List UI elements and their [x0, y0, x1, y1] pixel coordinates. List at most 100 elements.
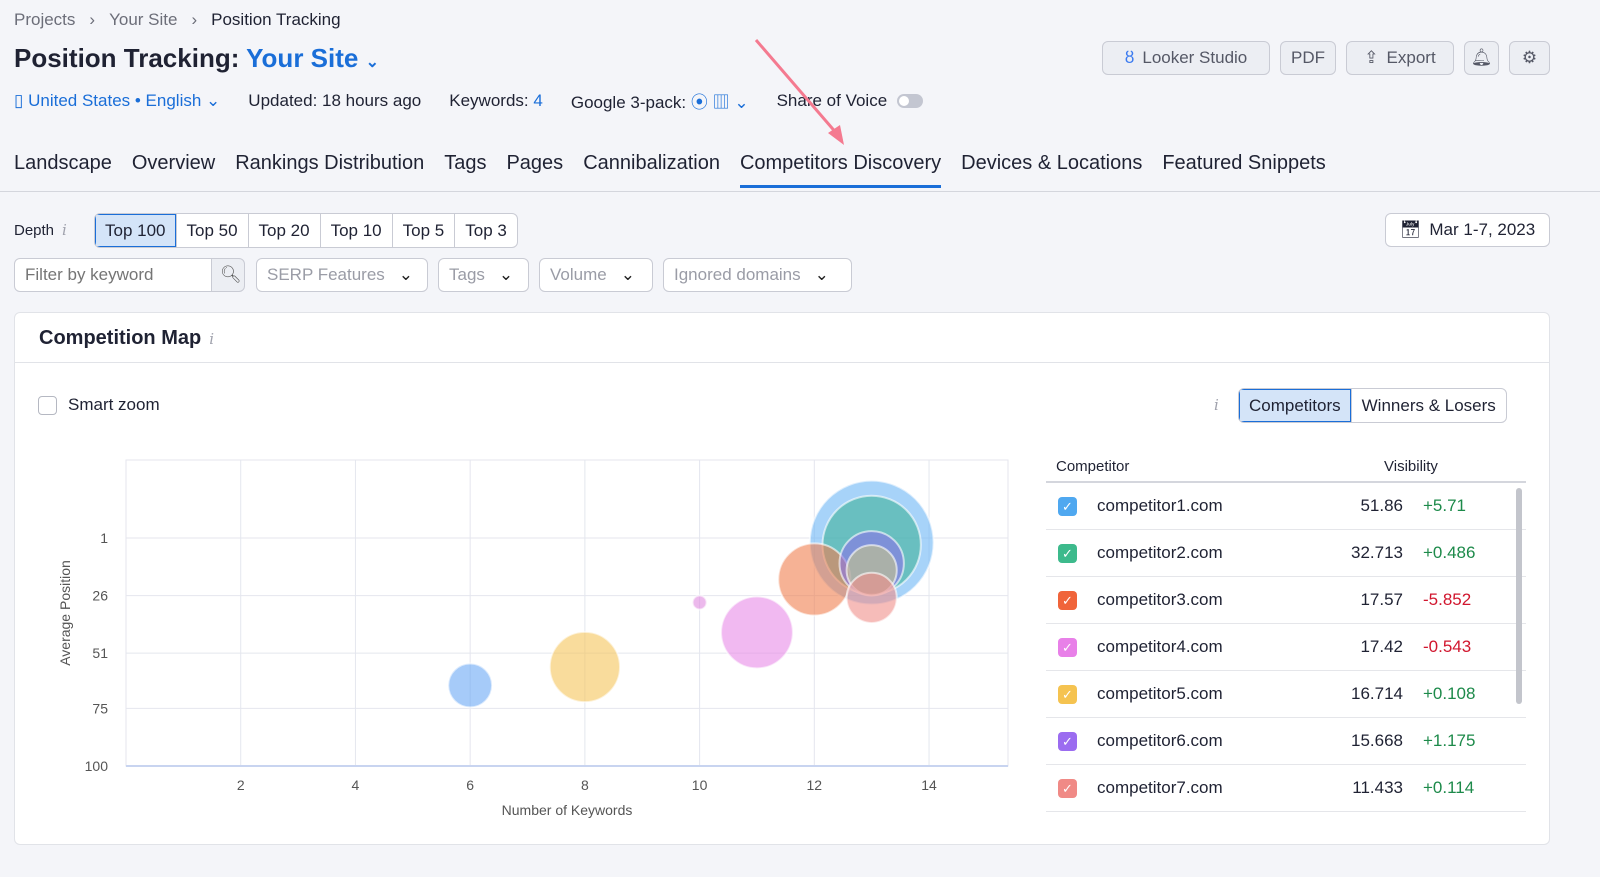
search-button[interactable]: 🔍︎: [211, 258, 245, 292]
competitor-domain[interactable]: competitor5.com: [1097, 684, 1297, 704]
tags-dropdown[interactable]: Tags ⌄: [438, 258, 529, 292]
card-header: Competition Map i: [15, 313, 1549, 363]
site-selector[interactable]: Your Site ⌄: [246, 43, 379, 73]
breadcrumb: Projects › Your Site › Position Tracking: [14, 10, 341, 30]
info-icon[interactable]: i: [209, 330, 214, 348]
competitor-checkbox[interactable]: ✓: [1058, 590, 1077, 610]
breadcrumb-current: Position Tracking: [211, 10, 341, 29]
table-row: ✓ competitor4.com 17.42 -0.543: [1046, 624, 1526, 671]
bubble-point[interactable]: [447, 662, 494, 709]
serp-features-dropdown[interactable]: SERP Features ⌄: [256, 258, 428, 292]
tab-pages[interactable]: Pages: [506, 152, 563, 188]
competitor-domain[interactable]: competitor2.com: [1097, 543, 1297, 563]
tab-divider: [0, 191, 1600, 192]
competitor-checkbox[interactable]: ✓: [1058, 684, 1077, 704]
depth-top-3[interactable]: Top 3: [455, 214, 517, 247]
y-tick-label: 51: [92, 645, 108, 661]
breadcrumb-projects[interactable]: Projects: [14, 10, 75, 30]
tab-rankings-distribution[interactable]: Rankings Distribution: [235, 152, 424, 188]
depth-top-5[interactable]: Top 5: [393, 214, 456, 247]
settings-button[interactable]: ⚙: [1509, 41, 1550, 75]
keywords-value[interactable]: 4: [533, 91, 542, 110]
notifications-button[interactable]: 🔔︎: [1464, 41, 1499, 75]
search-icon: 🔍︎: [220, 265, 242, 284]
chevron-down-icon: ⌄: [814, 265, 829, 284]
tags-label: Tags: [449, 265, 485, 284]
tab-featured-snippets[interactable]: Featured Snippets: [1162, 152, 1325, 188]
depth-top-100[interactable]: Top 100: [95, 214, 177, 247]
pdf-button[interactable]: PDF: [1280, 41, 1336, 75]
volume-dropdown[interactable]: Volume ⌄: [539, 258, 653, 292]
competitor-checkbox[interactable]: ✓: [1058, 543, 1077, 563]
smart-zoom[interactable]: Smart zoom: [38, 395, 160, 415]
bubble-point[interactable]: [548, 630, 622, 704]
date-picker[interactable]: 📅︎ Mar 1-7, 2023: [1385, 213, 1550, 247]
depth-top-20[interactable]: Top 20: [249, 214, 321, 247]
tab-devices-locations[interactable]: Devices & Locations: [961, 152, 1142, 188]
table-row: ✓ competitor6.com 15.668 +1.175: [1046, 718, 1526, 765]
visibility-change: +0.114: [1423, 778, 1475, 797]
competitor-checkbox[interactable]: ✓: [1058, 637, 1077, 657]
table-row: ✓ competitor1.com 51.86 +5.71: [1046, 483, 1526, 530]
y-axis-label: Average Position: [57, 560, 73, 666]
tab-competitors-discovery[interactable]: Competitors Discovery: [739, 152, 942, 188]
tab-overview[interactable]: Overview: [132, 152, 215, 188]
smart-zoom-checkbox[interactable]: [38, 395, 57, 415]
chevron-down-icon: ⌄: [206, 90, 221, 110]
looker-studio-icon: ȣ: [1124, 48, 1135, 67]
export-button[interactable]: ⇪ Export: [1346, 41, 1454, 75]
view-competitors[interactable]: Competitors: [1239, 389, 1352, 422]
competitor-checkbox[interactable]: ✓: [1058, 778, 1077, 798]
keyword-filter-input[interactable]: [14, 258, 212, 292]
competitor-checkbox[interactable]: ✓: [1058, 496, 1077, 516]
x-tick-label: 2: [237, 777, 245, 793]
view-winners-losers[interactable]: Winners & Losers: [1352, 389, 1506, 422]
competitor-domain[interactable]: competitor4.com: [1097, 637, 1297, 657]
breadcrumb-site[interactable]: Your Site: [109, 10, 177, 30]
keywords-label: Keywords:: [449, 90, 529, 110]
competitor-checkbox[interactable]: ✓: [1058, 731, 1077, 751]
visibility-change: -0.543: [1423, 637, 1472, 656]
competition-bubble-chart: 2 4 6 8 10 12 14 1 26 51 75 100 Number of Keywords Av…: [57, 459, 1009, 818]
competitor-domain[interactable]: competitor6.com: [1097, 731, 1297, 751]
bubble-point[interactable]: [845, 571, 898, 624]
y-tick-label: 75: [92, 700, 108, 716]
bubble-point[interactable]: [691, 594, 708, 611]
depth-top-10[interactable]: Top 10: [321, 214, 393, 247]
header-visibility: Visibility: [1384, 458, 1438, 475]
bubble-point[interactable]: [777, 542, 852, 617]
table-row: ✓ competitor5.com 16.714 +0.108: [1046, 671, 1526, 718]
table-row: ✓ competitor7.com 11.433 +0.114: [1046, 765, 1526, 812]
chevron-right-icon: ›: [191, 10, 198, 29]
locale-selector[interactable]: ▯ United States • English ⌄: [14, 91, 220, 111]
info-icon[interactable]: i: [62, 221, 67, 239]
visibility-value: 17.57: [1360, 590, 1403, 609]
date-text: Mar 1-7, 2023: [1429, 220, 1536, 239]
bell-icon: 🔔︎: [1470, 48, 1493, 67]
depth-text: Depth: [14, 222, 55, 239]
competitor-domain[interactable]: competitor3.com: [1097, 590, 1297, 610]
bubble-point[interactable]: [720, 595, 794, 670]
ignored-domains-dropdown[interactable]: Ignored domains ⌄: [663, 258, 852, 292]
google-3pack-label: Google 3-pack:: [570, 93, 687, 112]
info-icon[interactable]: i: [1214, 396, 1219, 414]
google-3pack[interactable]: Google 3-pack: ⦿ ▥ ⌄: [571, 88, 749, 113]
competitor-domain[interactable]: competitor1.com: [1097, 496, 1297, 516]
building-icon: ▥: [712, 93, 730, 112]
visibility-value: 51.86: [1360, 496, 1403, 515]
tab-cannibalization[interactable]: Cannibalization: [583, 152, 720, 188]
tab-tags[interactable]: Tags: [444, 152, 486, 188]
table-scrollbar[interactable]: [1516, 488, 1522, 704]
chevron-down-icon: ⌄: [365, 54, 379, 71]
tab-landscape[interactable]: Landscape: [14, 152, 112, 188]
volume-label: Volume: [550, 265, 607, 284]
share-of-voice-toggle[interactable]: [897, 94, 924, 109]
site-name: Your Site: [246, 43, 359, 73]
calendar-icon: 📅︎: [1399, 220, 1422, 239]
visibility-value: 15.668: [1351, 731, 1403, 750]
depth-top-50[interactable]: Top 50: [177, 214, 249, 247]
page-title: Position Tracking: Your Site ⌄: [14, 43, 379, 74]
competitor-domain[interactable]: competitor7.com: [1097, 778, 1297, 798]
looker-studio-button[interactable]: ȣ Looker Studio: [1102, 41, 1270, 75]
y-tick-label: 1: [100, 530, 108, 546]
